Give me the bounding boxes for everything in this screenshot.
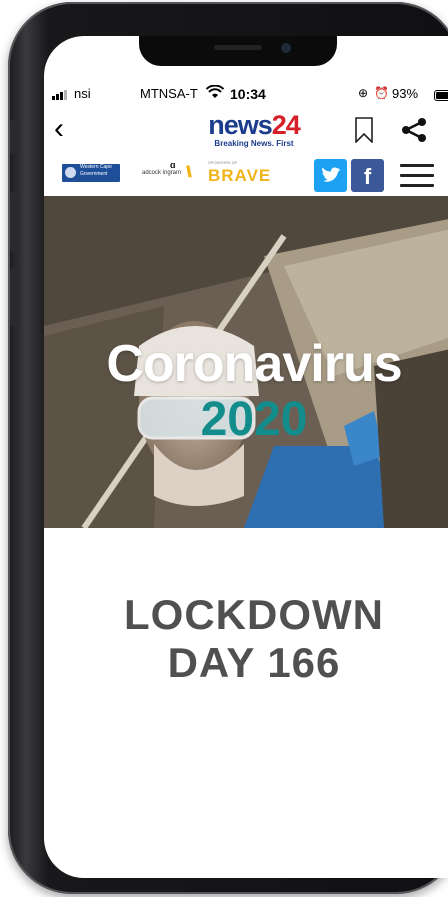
hero-title: Coronavirus [106,335,402,393]
share-icon[interactable] [400,117,428,148]
alarm-icon: ⏰ [374,86,389,100]
facebook-icon[interactable]: f [351,159,384,192]
battery-percent: 93% [392,86,419,101]
front-camera [281,43,291,53]
logo-news: news [208,110,273,140]
bookmark-icon[interactable] [354,117,374,148]
carrier-name: MTNSA-T [140,86,198,101]
twitter-icon[interactable] [314,159,347,192]
brave-slash-icon: \\ [186,164,192,181]
brave-sub-label: SPONSORS OF [208,160,238,165]
status-time: 10:34 [230,86,266,102]
hero-year: 2020 [200,393,308,446]
speaker [214,45,262,50]
signal-icon [52,90,67,100]
lockdown-day: DAY 166 [167,639,341,686]
logo-tagline: Breaking News. First [214,139,294,148]
volume-down-button [10,267,20,327]
wifi-icon [205,84,225,102]
phone-screen: nsi MTNSA-T 10:34 ⊕ ⏰ 93% ‹ news24 Break… [44,36,448,878]
app-header: ‹ news24 Breaking News. First [44,111,448,156]
back-arrow-icon[interactable]: ‹ [54,111,64,147]
battery-icon [434,90,448,101]
carrier-left: nsi [74,86,91,101]
notch [139,36,337,66]
sponsor-bar: Western Cape Government ɑ adcock ingram … [44,156,448,194]
western-cape-line2: Government [80,171,108,177]
logo-24: 24 [271,110,301,140]
status-bar: nsi MTNSA-T 10:34 ⊕ ⏰ 93% [44,84,448,106]
mute-switch [10,120,20,154]
news24-logo[interactable]: news24 Breaking News. First [199,111,309,149]
adcock-mark-icon: ɑ [170,160,176,170]
western-cape-line1: Western Cape [80,164,112,170]
hamburger-menu-icon[interactable] [400,164,434,194]
volume-up-button [10,192,20,252]
adcock-ingram-logo[interactable]: adcock ingram [142,170,181,176]
brave-label: BRAVE [208,166,272,185]
rotation-lock-icon: ⊕ [358,86,369,100]
lockdown-counter: LOCKDOWN DAY 166 [44,591,448,687]
lockdown-label: LOCKDOWN [124,591,384,638]
hero-image: Coronavirus 2020 [44,196,448,528]
western-cape-logo[interactable]: Western Cape Government [62,164,120,182]
